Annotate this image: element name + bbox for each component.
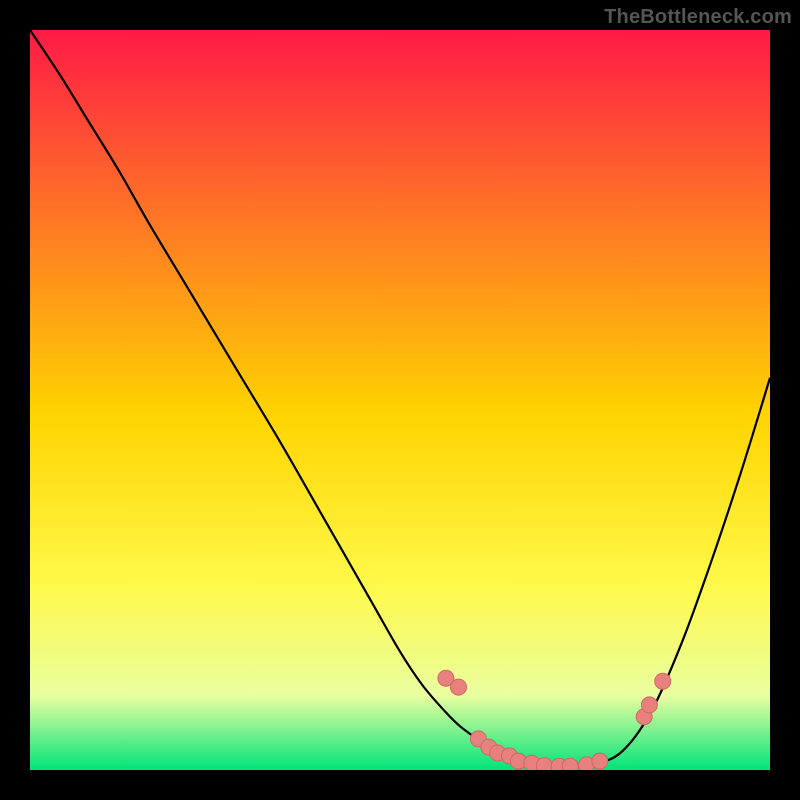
marker-dot <box>562 758 578 770</box>
plot-area <box>30 30 770 770</box>
marker-dot <box>451 679 467 695</box>
chart-svg <box>30 30 770 770</box>
marker-dot <box>536 758 552 770</box>
marker-dot <box>592 753 608 769</box>
chart-frame: TheBottleneck.com <box>0 0 800 800</box>
marker-dot <box>655 673 671 689</box>
gradient-background <box>30 30 770 770</box>
marker-dot <box>641 697 657 713</box>
watermark-text: TheBottleneck.com <box>604 6 792 29</box>
